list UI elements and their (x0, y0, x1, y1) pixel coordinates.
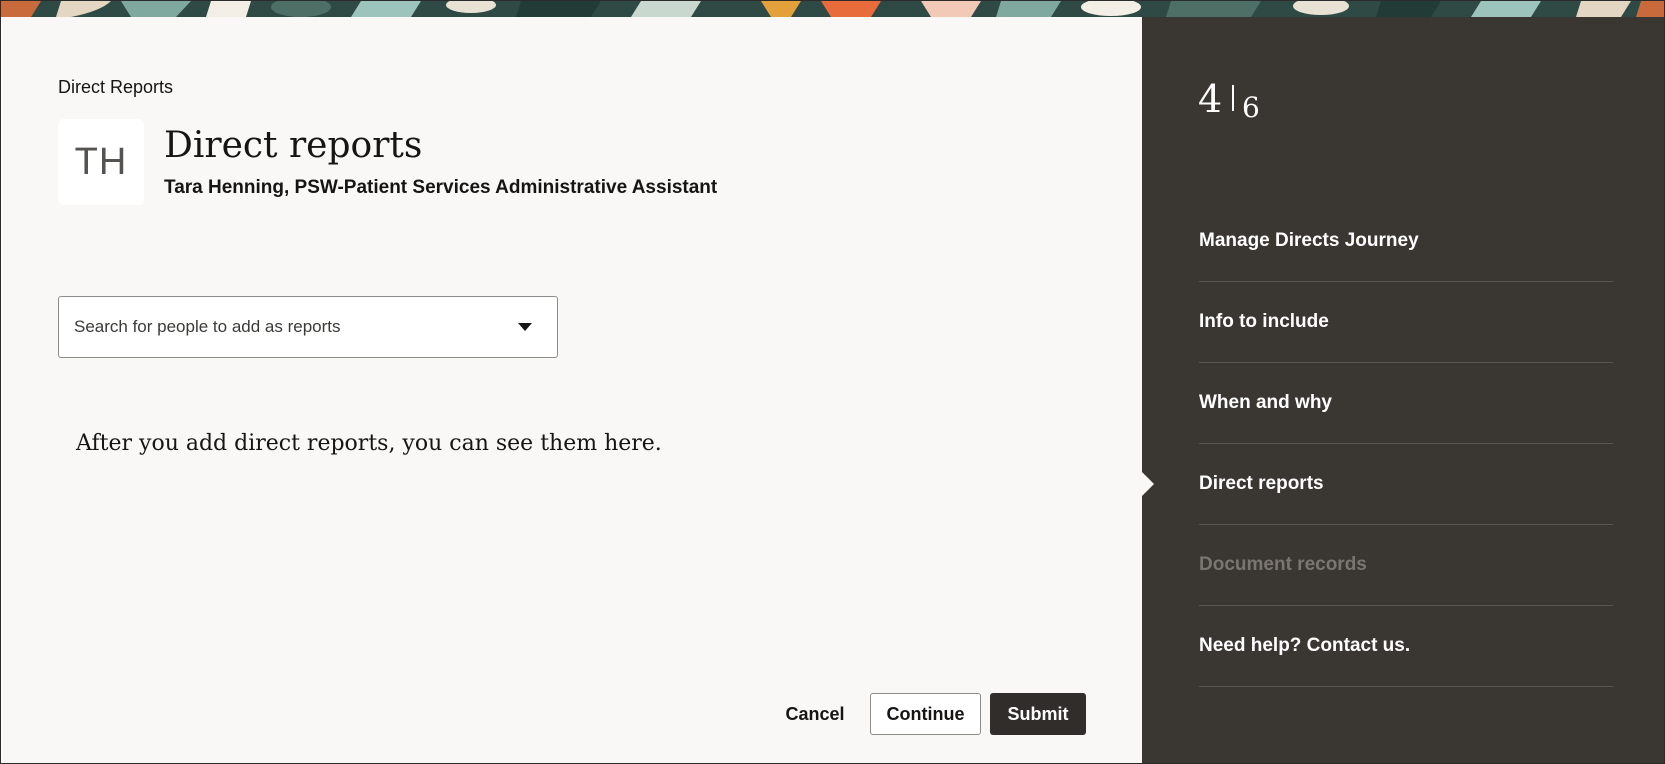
step-divider (1232, 85, 1234, 111)
step-sidebar: 4 6 Manage Directs Journey Info to inclu… (1141, 17, 1664, 763)
step-need-help[interactable]: Need help? Contact us. (1199, 606, 1613, 687)
empty-state-message: After you add direct reports, you can se… (76, 431, 662, 456)
step-when-and-why[interactable]: When and why (1199, 363, 1613, 444)
app-window: Direct Reports TH Direct reports Tara He… (0, 0, 1665, 764)
breadcrumb: Direct Reports (58, 77, 174, 97)
step-total: 6 (1242, 91, 1260, 124)
chevron-down-icon[interactable] (505, 307, 545, 347)
step-manage-directs-journey[interactable]: Manage Directs Journey (1199, 201, 1613, 282)
page-title: Direct reports (164, 125, 423, 166)
step-direct-reports[interactable]: Direct reports (1199, 444, 1613, 525)
avatar: TH (58, 119, 144, 205)
people-search-combobox[interactable]: Search for people to add as reports (58, 296, 558, 358)
search-placeholder: Search for people to add as reports (74, 317, 341, 336)
step-document-records: Document records (1199, 525, 1613, 606)
continue-button[interactable]: Continue (870, 693, 981, 735)
decorative-banner (1, 1, 1664, 17)
step-nav: Manage Directs Journey Info to include W… (1199, 201, 1613, 687)
submit-button[interactable]: Submit (990, 693, 1086, 735)
person-subtitle: Tara Henning, PSW-Patient Services Admin… (164, 177, 718, 198)
main-content: Direct Reports TH Direct reports Tara He… (2, 17, 1142, 763)
current-step-pointer-icon (1141, 471, 1154, 497)
cancel-button[interactable]: Cancel (772, 693, 858, 735)
step-info-to-include[interactable]: Info to include (1199, 282, 1613, 363)
step-current: 4 (1198, 77, 1223, 121)
